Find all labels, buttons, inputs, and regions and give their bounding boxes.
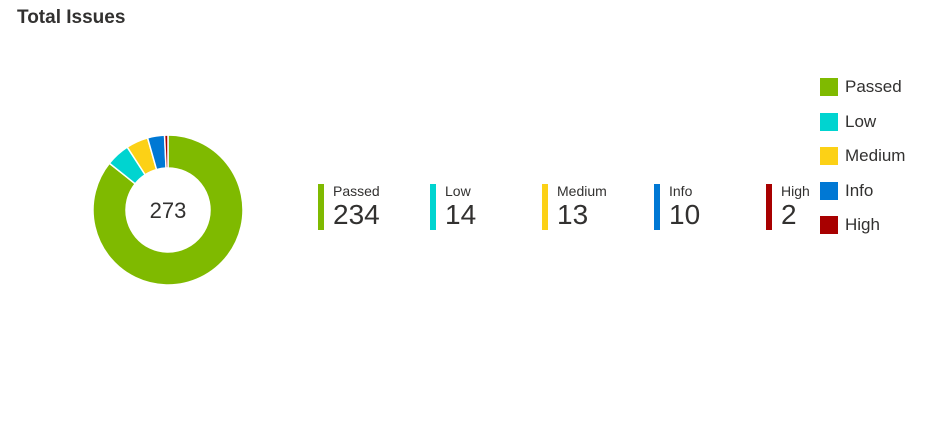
stat-label: Info: [669, 183, 693, 199]
legend-label: Passed: [845, 77, 902, 97]
legend-item-high[interactable]: High: [820, 208, 905, 243]
legend-item-passed[interactable]: Passed: [820, 70, 905, 105]
legend-swatch: [820, 181, 838, 200]
stat-label: Medium: [557, 183, 607, 199]
chart-legend: Passed Low Medium Info High: [820, 70, 905, 243]
summary-stats: Passed 234 Low 14 Medium 13 Info 10 High…: [318, 183, 878, 233]
legend-label: Medium: [845, 146, 906, 166]
stat-color-bar: [542, 184, 548, 230]
legend-item-info[interactable]: Info: [820, 174, 905, 209]
legend-item-low[interactable]: Low: [820, 105, 905, 140]
stat-label: Low: [445, 183, 471, 199]
stat-info[interactable]: Info 10: [654, 183, 766, 233]
legend-swatch: [820, 147, 838, 166]
legend-swatch: [820, 216, 838, 235]
stat-color-bar: [318, 184, 324, 230]
legend-item-medium[interactable]: Medium: [820, 139, 905, 174]
stat-color-bar: [430, 184, 436, 230]
donut-chart[interactable]: 273: [88, 130, 248, 290]
stat-color-bar: [766, 184, 772, 230]
donut-center-total: 273: [150, 198, 187, 223]
stat-passed[interactable]: Passed 234: [318, 183, 430, 233]
stat-label: Passed: [333, 183, 380, 199]
legend-swatch: [820, 78, 838, 97]
stat-value: 14: [445, 199, 477, 230]
legend-label: Info: [845, 180, 874, 200]
stat-low[interactable]: Low 14: [430, 183, 542, 233]
legend-label: Low: [845, 111, 877, 131]
chart-title: Total Issues: [17, 7, 126, 28]
legend-swatch: [820, 112, 838, 131]
stat-value: 10: [669, 199, 701, 230]
stat-value: 13: [557, 199, 589, 230]
stat-medium[interactable]: Medium 13: [542, 183, 654, 233]
legend-label: High: [845, 215, 880, 235]
stat-color-bar: [654, 184, 660, 230]
stat-value: 234: [333, 199, 380, 230]
